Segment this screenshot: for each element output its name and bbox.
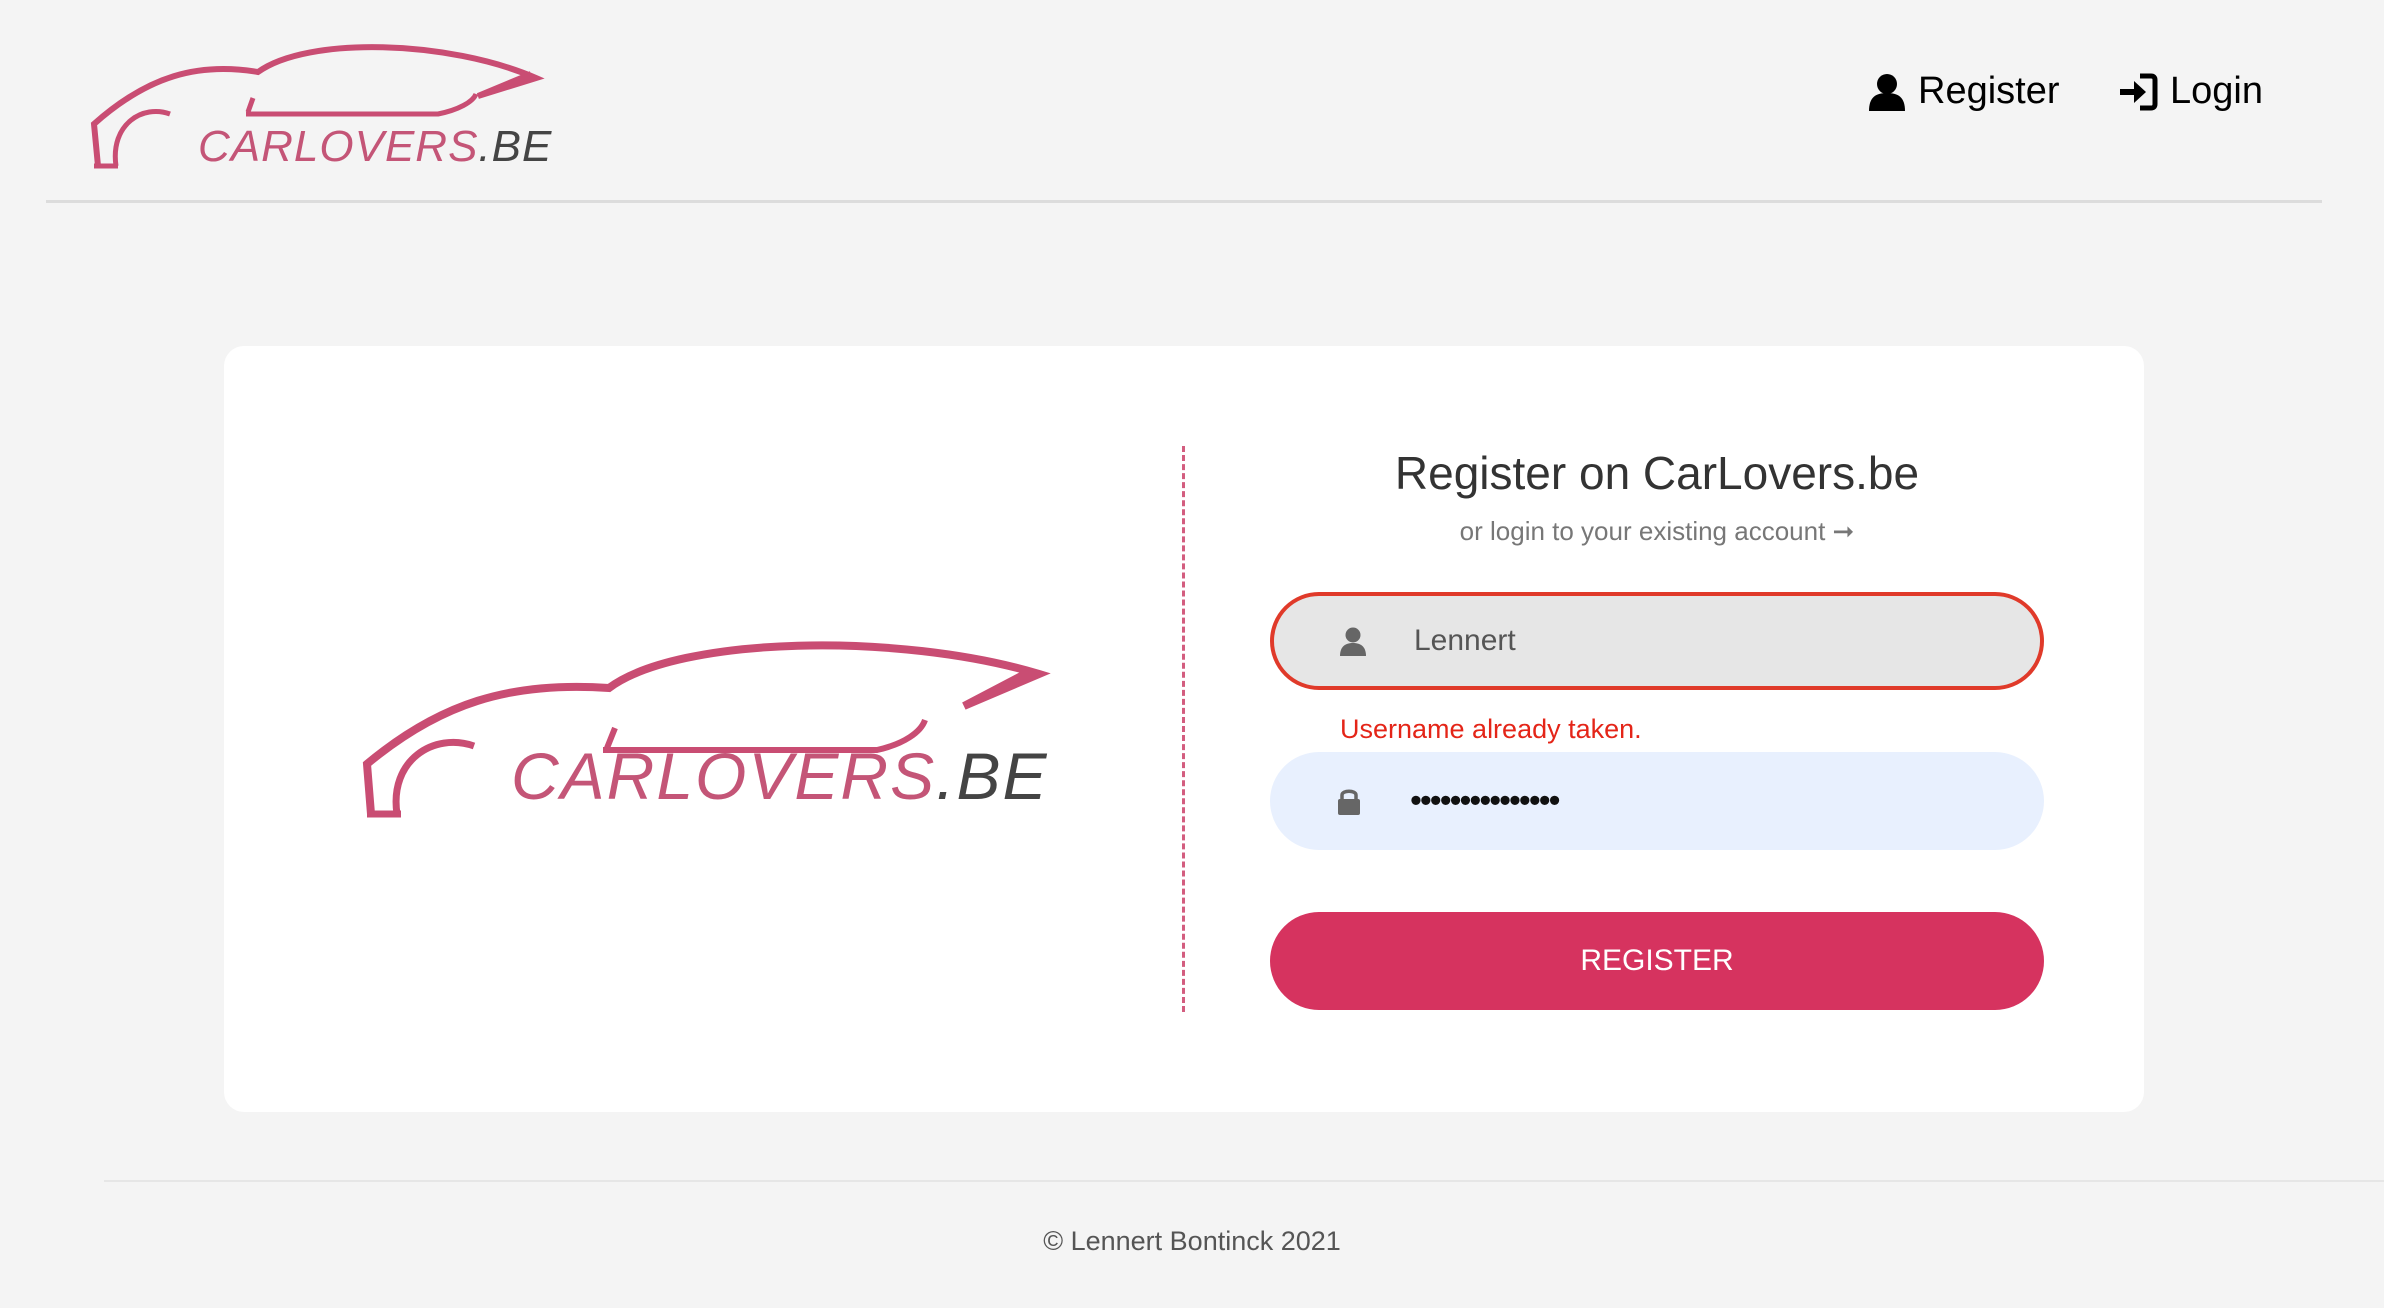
site-header: CARLOVERS.BE Register Login [0, 0, 2384, 210]
footer-copyright: © Lennert Bontinck 2021 [1043, 1226, 1341, 1256]
lock-icon [1338, 789, 1360, 815]
header-divider [46, 200, 2322, 203]
form-title: Register on CarLovers.be [1394, 447, 1920, 499]
card-divider [1182, 446, 1185, 1012]
card-logo: CARLOVERS.BE [359, 636, 1099, 826]
header-logo-text: CARLOVERS.BE [198, 122, 552, 172]
footer-divider [104, 1180, 2384, 1182]
sign-in-icon [2120, 73, 2158, 110]
register-button[interactable]: REGISTER [1270, 912, 2044, 1010]
logo-brand: CARLOVERS [198, 122, 479, 171]
card-logo-text: CARLOVERS.BE [511, 738, 1049, 814]
password-field[interactable]: ••••••••••••••• [1270, 752, 2044, 850]
user-icon [1340, 627, 1366, 656]
user-icon [1869, 73, 1905, 111]
username-value[interactable]: Lennert [1414, 624, 1516, 658]
nav-register-link[interactable]: Register [1868, 70, 2060, 113]
login-link[interactable]: or login to your existing account ➞ [1270, 516, 2044, 547]
logo-tld: .BE [478, 122, 553, 171]
header-logo[interactable]: CARLOVERS.BE [88, 44, 578, 179]
nav-login-label: Login [2170, 70, 2263, 112]
logo-brand: CARLOVERS [511, 739, 937, 813]
password-value[interactable]: ••••••••••••••• [1410, 782, 1561, 821]
register-card: CARLOVERS.BE Register on CarLovers.be or… [224, 346, 2144, 1112]
username-field[interactable]: Lennert [1270, 592, 2044, 690]
nav-register-label: Register [1918, 70, 2060, 112]
logo-tld: .BE [936, 739, 1049, 813]
register-form: Register on CarLovers.be or login to you… [1270, 346, 2044, 1112]
nav-login-link[interactable]: Login [2118, 70, 2263, 113]
username-error: Username already taken. [1340, 714, 1642, 744]
